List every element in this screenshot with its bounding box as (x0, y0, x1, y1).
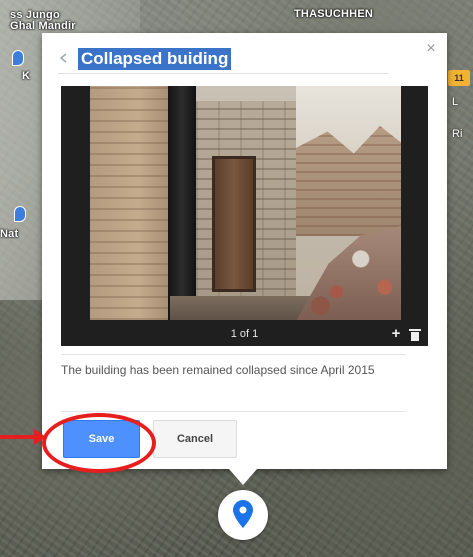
map-place-label: Ri (452, 128, 463, 140)
map-route-badge: 11 (448, 70, 470, 86)
trash-icon[interactable] (409, 329, 421, 341)
description-field[interactable]: The building has been remained collapsed… (61, 354, 406, 412)
map-place-label: Nat (0, 228, 19, 240)
cancel-button[interactable]: Cancel (153, 420, 237, 458)
title-field[interactable]: Collapsed buiding (58, 45, 388, 74)
photo-counter: 1 of 1 (230, 328, 259, 340)
info-window: × Collapsed buiding 1 of 1 + The buildin… (42, 33, 447, 469)
title-input-text[interactable]: Collapsed buiding (78, 48, 232, 70)
map-poi-pin-icon[interactable] (14, 206, 26, 222)
map-place-label: K (22, 70, 31, 82)
close-icon[interactable]: × (423, 41, 439, 57)
building-photo[interactable] (90, 86, 401, 320)
map-place-label: L (452, 96, 459, 108)
photo-viewer[interactable]: 1 of 1 + (61, 86, 428, 346)
info-window-tail (229, 469, 257, 485)
location-pin-icon[interactable] (233, 500, 253, 528)
add-photo-icon[interactable]: + (390, 325, 402, 342)
map-place-label: THASUCHHEN (294, 8, 373, 20)
annotation-highlight-circle (42, 413, 156, 473)
map-place-label: ss Jungo Ghal Mandir (10, 9, 76, 32)
back-arrow-icon[interactable] (58, 51, 70, 67)
map-poi-pin-icon[interactable] (12, 50, 24, 66)
